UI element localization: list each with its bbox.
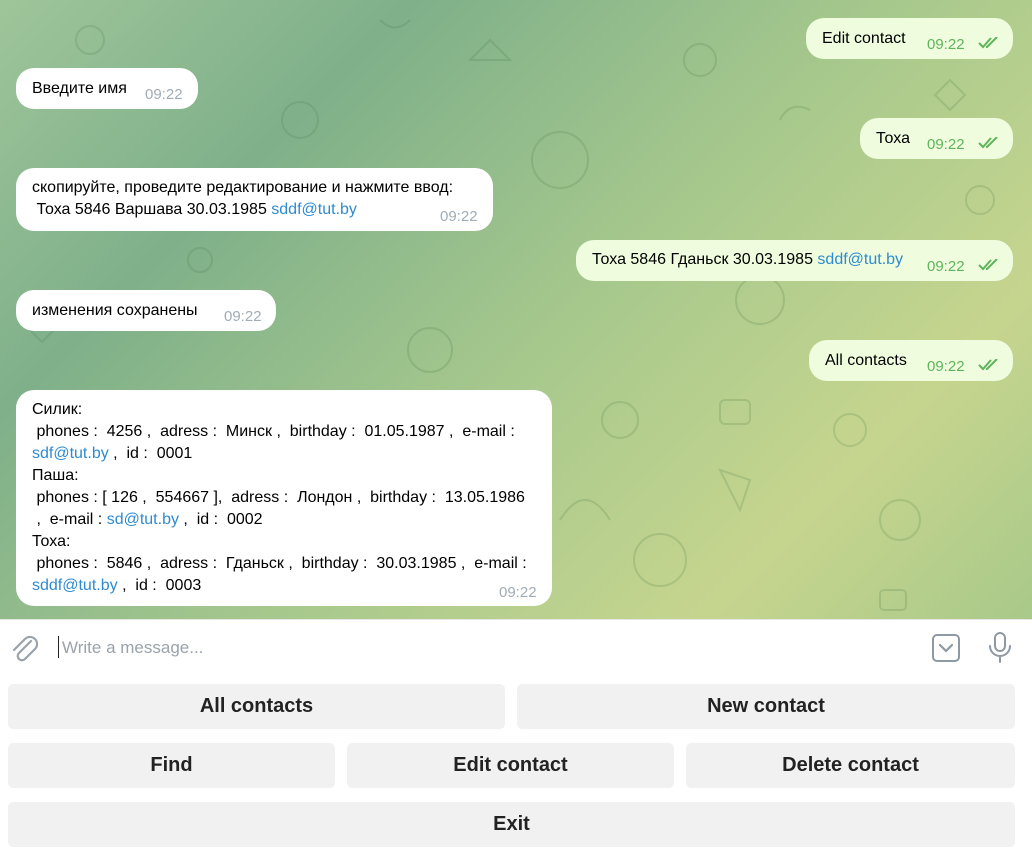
contact-line: Тоха 5846 Варшава 30.03.1985 (32, 201, 272, 218)
email-link[interactable]: sd@tut.by (107, 511, 179, 528)
edit-contact-button[interactable]: Edit contact (347, 743, 674, 788)
contact-name: Тоха: (32, 533, 71, 550)
contact-id: , id : 0003 (117, 577, 202, 594)
message-text: Edit contact (822, 30, 906, 47)
double-check-icon (978, 359, 998, 371)
contact-name: Силик: (32, 401, 83, 418)
contact-details: phones : [ 126 , 554667 ], adress : Лонд… (32, 489, 525, 506)
email-label: , e-mail : (32, 511, 107, 528)
outgoing-message: Тоха 5846 Гданьск 30.03.1985 sddf@tut.by… (576, 240, 1013, 281)
message-input[interactable]: Write a message... (62, 638, 203, 658)
message-time: 09:22 (927, 136, 965, 153)
message-text: скопируйте, проведите редактирование и н… (32, 179, 454, 196)
message-time: 09:22 (145, 86, 183, 103)
message-text: Тоха 5846 Гданьск 30.03.1985 (592, 251, 818, 268)
chat-area: Edit contact 09:22 Введите имя 09:22 Тох… (0, 0, 1032, 619)
email-link[interactable]: sddf@tut.by (817, 251, 903, 268)
outgoing-message: All contacts 09:22 (809, 340, 1013, 381)
paperclip-icon[interactable] (10, 633, 38, 663)
new-contact-button[interactable]: New contact (517, 684, 1015, 729)
incoming-message: изменения сохранены 09:22 (16, 290, 276, 331)
email-link[interactable]: sdf@tut.by (32, 445, 109, 462)
incoming-message: Введите имя 09:22 (16, 68, 198, 109)
message-text: изменения сохранены (32, 302, 198, 319)
keyboard-toggle-icon[interactable] (931, 633, 961, 663)
contact-details: phones : 4256 , adress : Минск , birthda… (32, 423, 515, 440)
incoming-message: скопируйте, проведите редактирование и н… (16, 168, 493, 231)
message-text: Тоха (876, 130, 910, 147)
contact-details-line: , e-mail : sd@tut.by , id : 0002 (32, 509, 527, 531)
contact-id: , id : 0001 (108, 445, 193, 462)
message-composer: Write a message... (0, 619, 1032, 677)
delete-contact-button[interactable]: Delete contact (686, 743, 1015, 788)
text-cursor (58, 636, 59, 658)
all-contacts-button[interactable]: All contacts (8, 684, 505, 729)
contact-details-line: sddf@tut.by , id : 0003 (32, 575, 527, 597)
contact-details: phones : 5846 , adress : Гданьск , birth… (32, 555, 527, 572)
message-text: Введите имя (32, 80, 127, 97)
double-check-icon (978, 37, 998, 49)
message-text: All contacts (825, 352, 907, 369)
message-time: 09:22 (224, 308, 262, 325)
outgoing-message: Тоха 09:22 (860, 118, 1013, 159)
contact-name: Паша: (32, 467, 79, 484)
double-check-icon (978, 137, 998, 149)
exit-button[interactable]: Exit (8, 802, 1015, 847)
message-time: 09:22 (499, 584, 537, 601)
message-time: 09:22 (927, 258, 965, 275)
message-time: 09:22 (440, 208, 478, 225)
outgoing-message: Edit contact 09:22 (806, 18, 1013, 59)
message-text-line: Тоха 5846 Варшава 30.03.1985 sddf@tut.by (32, 199, 357, 221)
email-link[interactable]: sddf@tut.by (32, 577, 118, 594)
incoming-message-contacts: Силик: phones : 4256 , adress : Минск , … (16, 390, 552, 606)
find-button[interactable]: Find (8, 743, 335, 788)
microphone-icon[interactable] (987, 631, 1013, 665)
double-check-icon (978, 259, 998, 271)
bot-keyboard: All contacts New contact Find Edit conta… (0, 676, 1032, 857)
email-link[interactable]: sddf@tut.by (271, 201, 357, 218)
message-text-line: Тоха 5846 Гданьск 30.03.1985 sddf@tut.by (592, 249, 903, 271)
contact-id: , id : 0002 (178, 511, 263, 528)
message-time: 09:22 (927, 36, 965, 53)
contact-details-line: sdf@tut.by , id : 0001 (32, 443, 527, 465)
message-time: 09:22 (927, 358, 965, 375)
